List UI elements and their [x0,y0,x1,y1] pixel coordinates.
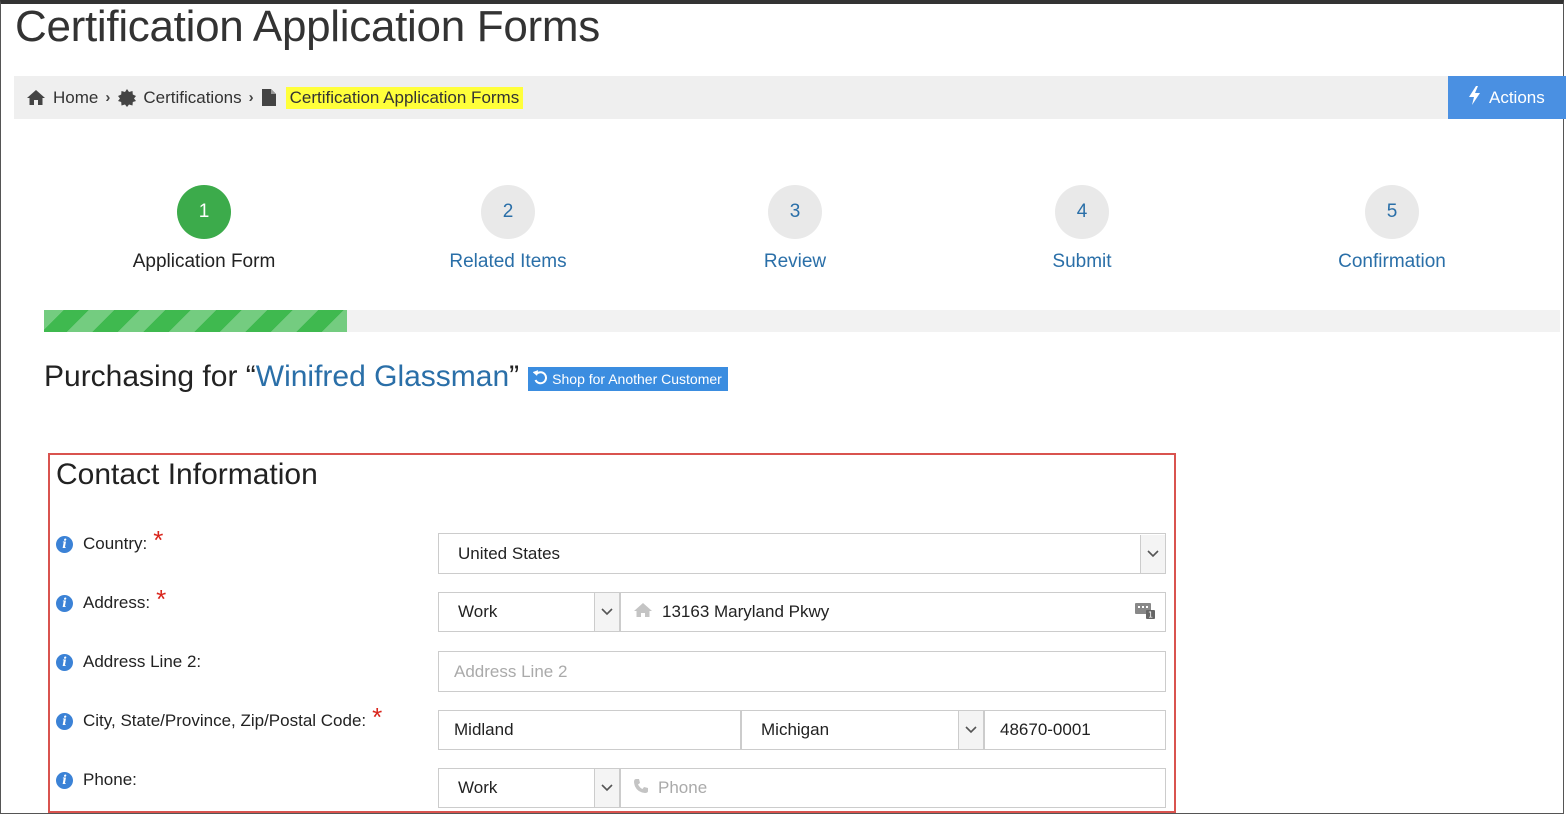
phone-icon [633,778,649,799]
address-value: 13163 Maryland Pkwy [662,602,830,621]
address-book-icon[interactable]: 1 [1135,601,1155,624]
address-label-text: Address: [83,593,151,612]
contact-information-title: Contact Information [56,458,318,491]
step-number: 3 [768,185,822,239]
phone-placeholder: Phone [658,778,708,797]
undo-icon [532,370,548,388]
step-number: 5 [1365,185,1419,239]
state-value: Michigan [761,720,830,739]
badge-icon [118,88,137,107]
info-icon[interactable]: i [56,771,73,789]
step-label: Related Items [449,251,567,272]
actions-button[interactable]: Actions [1448,76,1566,119]
purchasing-prefix: Purchasing for “ [44,360,256,393]
step-label: Confirmation [1338,251,1446,272]
city-value: Midland [454,720,514,739]
shop-another-customer-label: Shop for Another Customer [552,371,722,387]
step-application-form[interactable]: 1 Application Form [94,185,314,273]
country-select[interactable]: United States [438,533,1166,574]
page-title: Certification Application Forms [15,2,600,51]
breadcrumb-home-label: Home [53,87,99,107]
chevron-down-icon[interactable] [594,593,619,631]
state-select[interactable]: Michigan [741,710,984,750]
info-icon[interactable]: i [56,712,73,730]
step-number: 1 [177,185,231,239]
city-state-zip-label-text: City, State/Province, Zip/Postal Code: [83,711,367,730]
breadcrumb: Home › Certifications › Certification Ap… [26,76,524,119]
zip-input[interactable]: 48670-0001 [984,710,1166,750]
info-icon[interactable]: i [56,594,73,612]
phone-label-text: Phone: [83,770,137,789]
purchasing-heading: Purchasing for “Winifred Glassman” Shop … [44,360,728,394]
address2-label-text: Address Line 2: [83,652,202,671]
step-submit[interactable]: 4 Submit [972,185,1192,273]
info-icon[interactable]: i [56,653,73,671]
breadcrumb-home[interactable]: Home [26,88,98,108]
step-related-items[interactable]: 2 Related Items [398,185,618,273]
phone-label: i Phone: [56,770,137,790]
chevron-down-icon[interactable] [594,769,619,807]
home-icon [26,89,46,106]
breadcrumb-certifications[interactable]: Certifications [118,87,242,108]
svg-text:1: 1 [1148,610,1153,619]
breadcrumb-bar: Home › Certifications › Certification Ap… [14,76,1448,119]
address-type-value: Work [458,602,498,621]
phone-input[interactable]: Phone [620,768,1166,808]
bolt-icon [1468,85,1481,110]
zip-value: 48670-0001 [1000,720,1091,739]
breadcrumb-current: Certification Application Forms [261,86,524,109]
breadcrumb-current-label: Certification Application Forms [285,86,524,109]
phone-type-select[interactable]: Work [438,768,620,808]
step-number: 4 [1055,185,1109,239]
phone-type-value: Work [458,778,498,797]
address-line-2-placeholder: Address Line 2 [454,661,568,681]
address2-label: i Address Line 2: [56,652,201,672]
step-label: Application Form [132,251,276,272]
step-label: Submit [1052,251,1112,272]
chevron-down-icon[interactable] [1140,534,1165,573]
step-confirmation[interactable]: 5 Confirmation [1282,185,1502,273]
actions-label: Actions [1489,87,1545,107]
step-review[interactable]: 3 Review [685,185,905,273]
step-number: 2 [481,185,535,239]
city-input[interactable]: Midland [438,710,741,750]
city-state-zip-label: i City, State/Province, Zip/Postal Code:… [56,704,382,731]
info-icon[interactable]: i [56,535,73,553]
address-line-2-input[interactable]: Address Line 2 [438,651,1166,692]
shop-another-customer-button[interactable]: Shop for Another Customer [528,367,728,391]
progress-bar [44,310,1560,332]
chevron-right-icon: › [105,89,111,106]
step-label: Review [763,251,827,272]
address-type-select[interactable]: Work [438,592,620,632]
breadcrumb-certifications-label: Certifications [143,87,242,107]
address-input[interactable]: 13163 Maryland Pkwy 1 [620,592,1166,632]
purchasing-suffix: ” [509,360,520,393]
customer-name[interactable]: Winifred Glassman [256,360,509,394]
address-label: i Address: * [56,586,166,613]
progress-fill [44,310,348,332]
country-label-text: Country: [83,534,148,553]
file-icon [261,89,276,106]
house-icon [633,602,653,623]
contact-information-section [48,453,1176,813]
chevron-down-icon[interactable] [958,711,983,749]
country-label: i Country: * [56,527,163,554]
chevron-right-icon: › [248,89,254,106]
country-select-value: United States [458,543,561,563]
